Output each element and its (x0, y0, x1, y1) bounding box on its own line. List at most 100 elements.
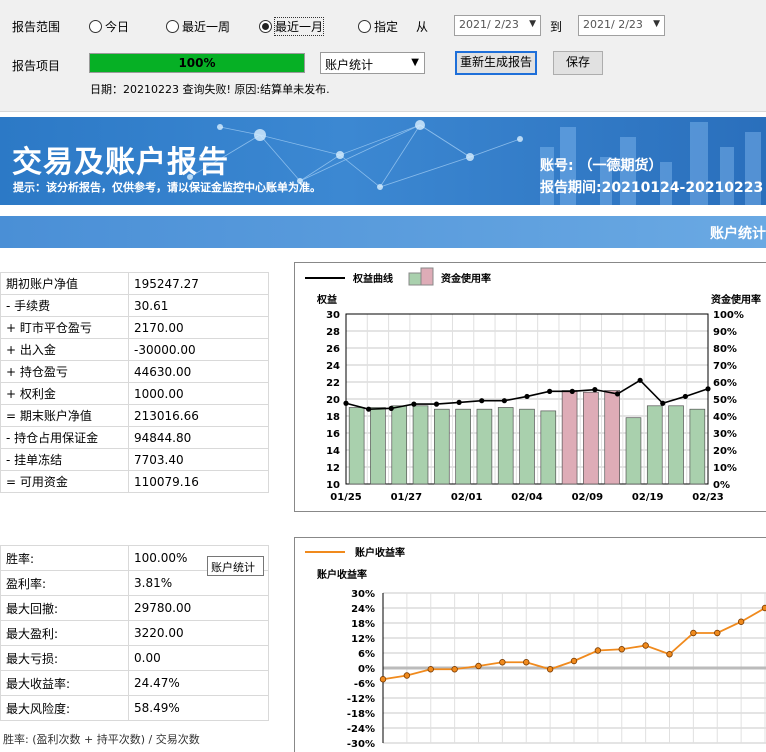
to-date-picker[interactable]: 2021/ 2/23 ▼ (578, 15, 665, 36)
report-period: 报告期间:20210124-20210223 (540, 180, 764, 196)
y-tick-right: 80% (713, 344, 737, 355)
usage-bar (434, 408, 450, 485)
equity-point (388, 405, 394, 411)
return-point (737, 618, 745, 625)
return-point (475, 662, 482, 670)
row-label: + 权利金 (0, 382, 129, 405)
row-value: 94844.80 (128, 426, 269, 449)
row-label: 最大亏损: (0, 645, 129, 671)
y-tick-left: 12 (326, 463, 340, 474)
progress-bar: 100% (89, 53, 305, 73)
return-point (427, 666, 434, 673)
return-point (523, 659, 530, 666)
regenerate-report-button[interactable]: 重新生成报告 (455, 51, 537, 75)
usage-bar (646, 405, 663, 485)
row-value: 44630.00 (128, 360, 269, 383)
equity-point (547, 388, 553, 394)
usage-bar (519, 408, 535, 485)
row-value: 7703.40 (128, 448, 269, 471)
radio-last-week[interactable]: 最近一周 (166, 18, 230, 35)
radio-last-month[interactable]: 最近一月 (259, 17, 325, 36)
account-table-row: + 出入金 -30000.00 (0, 338, 269, 361)
y-tick-left: 30 (326, 310, 340, 321)
to-date-value: 2021/ 2/23 (583, 18, 643, 31)
return-point (690, 629, 697, 637)
equity-point (343, 400, 349, 406)
report-banner: 交易及账户报告 提示：该分析报告，仅供参考，请以保证金监控中心账单为准。 账号:… (0, 117, 766, 205)
equity-point (592, 387, 598, 393)
row-label: - 持仓占用保证金 (0, 426, 129, 449)
equity-point (501, 398, 507, 404)
row-value: 30.61 (128, 294, 269, 317)
radio-dot (166, 20, 179, 33)
equity-usage-svg: 权益曲线 资金使用率权益 资金使用率30 100%28 90%26 80%24 70%22 6… (305, 267, 761, 503)
range-label: 报告范围 (12, 20, 61, 34)
legend-swatch-bar (408, 272, 422, 286)
y-tick-left: 14 (326, 446, 340, 457)
return-point (379, 676, 387, 683)
usage-bar (370, 407, 386, 485)
usage-bar (497, 407, 514, 485)
row-label: 最大收益率: (0, 670, 129, 696)
usage-bar (412, 405, 429, 485)
chevron-down-icon: ▼ (411, 57, 419, 68)
legend-swatch-highlight (420, 267, 434, 286)
account-table-row: + 持仓盈亏 44630.00 (0, 360, 269, 383)
equity-point (524, 393, 530, 400)
row-value: 58.49% (128, 695, 269, 721)
account-table-row: = 期末账户净值 213016.66 (0, 404, 269, 427)
y-tick: -18% (347, 709, 375, 720)
row-label: 最大盈利: (0, 620, 129, 646)
account-table-row: 期初账户净值 195247.27 (0, 272, 269, 295)
section-title: 账户统计 (710, 226, 766, 242)
project-label: 报告项目 (12, 59, 61, 73)
y-tick-right: 30% (713, 429, 737, 440)
x-tick: 02/04 (511, 492, 543, 503)
y-tick-right: 50% (713, 395, 737, 406)
radio-dot (89, 20, 102, 33)
y-tick: 12% (351, 634, 375, 645)
y-tick-right: 100% (713, 310, 744, 321)
row-value: 213016.66 (128, 404, 269, 427)
stats-table-row: 最大风险度: 58.49% (0, 695, 269, 721)
radio-today[interactable]: 今日 (89, 18, 129, 35)
account-table-row: - 持仓占用保证金 94844.80 (0, 426, 269, 449)
status-message: 日期：20210223 查询失败! 原因:结算单未发布. (90, 83, 330, 96)
row-label: + 出入金 (0, 338, 129, 361)
y-axis-title: 账户收益率 (317, 568, 367, 581)
equity-point (433, 401, 440, 407)
y-tick-right: 20% (713, 446, 737, 457)
usage-bar (561, 390, 578, 485)
x-tick: 02/09 (572, 492, 604, 503)
usage-bar (583, 391, 599, 485)
win-rate-footnote: 胜率: (盈利次数 + 持平次数) / 交易次数 (3, 733, 200, 746)
y-tick-right: 0% (713, 480, 730, 491)
row-label: 最大回撤: (0, 595, 129, 621)
y-tick-right: 10% (713, 463, 737, 474)
radio-label: 最近一月 (273, 17, 325, 36)
equity-point (456, 399, 462, 405)
account-table-row: + 权利金 1000.00 (0, 382, 269, 405)
equity-point (637, 377, 643, 383)
from-label: 从 (416, 20, 429, 34)
row-value: 3220.00 (128, 620, 269, 646)
stats-table-row: 最大盈利: 3220.00 (0, 620, 269, 646)
x-tick: 02/23 (692, 492, 724, 503)
report-toolbar: 报告范围 今日 最近一周 最近一月 指定 从 2021/ 2/23 ▼ 到 20… (0, 0, 766, 112)
radio-custom[interactable]: 指定 (358, 18, 398, 35)
y-tick-right: 70% (713, 361, 737, 372)
usage-bar (455, 408, 471, 485)
y-tick-left: 26 (326, 344, 340, 355)
x-tick: 02/01 (451, 492, 483, 503)
from-date-picker[interactable]: 2021/ 2/23 ▼ (454, 15, 541, 36)
y-tick-right: 90% (713, 327, 737, 338)
chevron-down-icon: ▼ (529, 19, 536, 29)
equity-point (569, 388, 575, 394)
report-item-select[interactable]: 账户统计 ▼ (320, 52, 425, 74)
equity-point (660, 400, 666, 406)
radio-label: 最近一周 (182, 20, 231, 34)
y-tick-right: 60% (713, 378, 737, 389)
save-button[interactable]: 保存 (553, 51, 603, 75)
account-table-row: + 盯市平仓盈亏 2170.00 (0, 316, 269, 339)
y-tick-left: 16 (326, 429, 340, 440)
